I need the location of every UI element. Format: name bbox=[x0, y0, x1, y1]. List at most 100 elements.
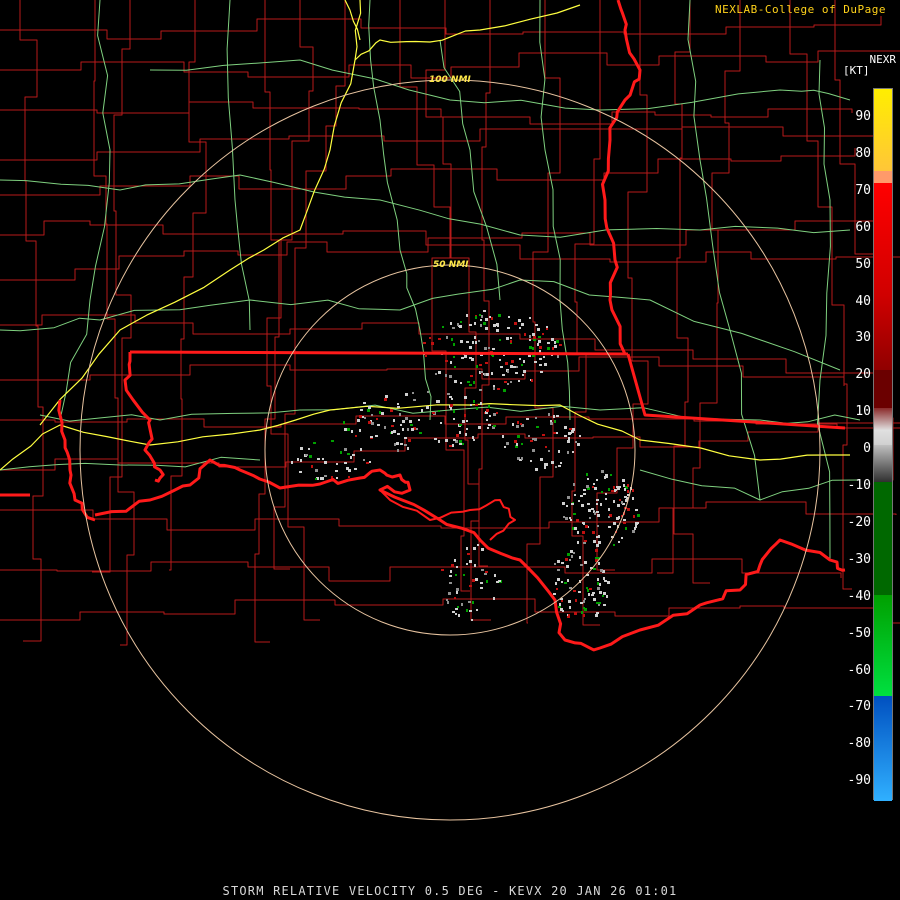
velocity-echo-pixel bbox=[596, 612, 599, 614]
velocity-echo-pixel bbox=[438, 371, 441, 374]
velocity-echo-pixel bbox=[404, 437, 407, 439]
velocity-echo-pixel bbox=[563, 516, 565, 518]
velocity-echo-pixel bbox=[449, 575, 452, 577]
velocity-echo-pixel bbox=[550, 422, 553, 425]
velocity-echo-pixel bbox=[615, 489, 617, 491]
velocity-echo-pixel bbox=[418, 419, 420, 421]
velocity-echo-pixel bbox=[529, 339, 531, 341]
velocity-echo-pixel bbox=[554, 420, 556, 423]
velocity-echo-pixel bbox=[320, 477, 323, 480]
velocity-echo-pixel bbox=[459, 440, 462, 443]
velocity-echo-pixel bbox=[574, 612, 577, 615]
velocity-echo-pixel bbox=[370, 436, 373, 438]
velocity-echo-pixel bbox=[493, 425, 496, 427]
velocity-echo-pixel bbox=[397, 433, 400, 435]
velocity-echo-pixel bbox=[569, 559, 571, 561]
velocity-echo-pixel bbox=[584, 598, 586, 600]
velocity-echo-pixel bbox=[591, 508, 594, 510]
velocity-echo-pixel bbox=[479, 314, 481, 316]
velocity-echo-pixel bbox=[410, 424, 413, 426]
velocity-echo-pixel bbox=[291, 461, 293, 464]
velocity-echo-pixel bbox=[522, 374, 524, 376]
velocity-echo-pixel bbox=[580, 495, 583, 497]
velocity-echo-pixel bbox=[586, 587, 588, 589]
velocity-echo-pixel bbox=[440, 422, 442, 424]
velocity-echo-pixel bbox=[376, 418, 378, 420]
velocity-echo-pixel bbox=[476, 609, 478, 611]
velocity-echo-pixel bbox=[593, 568, 596, 570]
velocity-echo-pixel bbox=[573, 590, 576, 592]
color-scale-tick: 70 bbox=[855, 182, 871, 198]
velocity-echo-pixel bbox=[514, 322, 517, 325]
velocity-echo-pixel bbox=[347, 453, 350, 455]
color-scale-tick: -50 bbox=[847, 625, 871, 641]
velocity-echo-pixel bbox=[596, 479, 598, 481]
velocity-echo-pixel bbox=[450, 322, 452, 325]
velocity-echo-pixel bbox=[521, 457, 523, 460]
velocity-echo-pixel bbox=[621, 537, 623, 539]
velocity-echo-pixel bbox=[459, 424, 462, 426]
velocity-echo-pixel bbox=[359, 415, 362, 418]
velocity-echo-pixel bbox=[481, 569, 484, 571]
velocity-echo-pixel bbox=[551, 461, 554, 464]
velocity-echo-pixel bbox=[593, 483, 595, 485]
velocity-echo-pixel bbox=[350, 456, 352, 459]
velocity-echo-pixel bbox=[425, 355, 427, 357]
velocity-echo-pixel bbox=[469, 346, 472, 349]
velocity-echo-pixel bbox=[466, 563, 468, 565]
velocity-echo-pixel bbox=[469, 324, 472, 326]
velocity-echo-pixel bbox=[452, 327, 455, 329]
velocity-echo-pixel bbox=[466, 547, 468, 550]
velocity-echo-pixel bbox=[567, 553, 570, 556]
velocity-echo-pixel bbox=[480, 587, 483, 589]
velocity-echo-pixel bbox=[311, 465, 313, 468]
velocity-echo-pixel bbox=[435, 373, 437, 375]
velocity-echo-pixel bbox=[399, 413, 401, 416]
velocity-echo-pixel bbox=[547, 342, 550, 344]
velocity-echo-pixel bbox=[405, 417, 408, 420]
velocity-echo-pixel bbox=[493, 324, 496, 327]
velocity-echo-pixel bbox=[583, 614, 585, 617]
velocity-echo-pixel bbox=[542, 333, 544, 335]
state-line-al-ga bbox=[601, 0, 642, 355]
velocity-echo-pixel bbox=[605, 498, 607, 500]
velocity-echo-pixel bbox=[556, 340, 559, 343]
velocity-echo-pixel bbox=[567, 496, 570, 499]
velocity-echo-pixel bbox=[608, 526, 611, 528]
velocity-echo-pixel bbox=[371, 422, 374, 425]
velocity-echo-pixel bbox=[544, 466, 546, 469]
velocity-echo-pixel bbox=[470, 357, 472, 359]
velocity-echo-pixel bbox=[480, 582, 483, 584]
velocity-echo-pixel bbox=[452, 444, 454, 447]
velocity-echo-pixel bbox=[470, 375, 473, 377]
velocity-echo-pixel bbox=[442, 326, 444, 328]
velocity-echo-pixel bbox=[513, 366, 516, 368]
velocity-echo-pixel bbox=[315, 478, 317, 480]
velocity-echo-pixel bbox=[416, 428, 418, 430]
velocity-echo-pixel bbox=[453, 343, 455, 346]
velocity-echo-pixel bbox=[634, 527, 636, 530]
velocity-echo-pixel bbox=[608, 488, 610, 491]
velocity-echo-pixel bbox=[622, 479, 625, 482]
velocity-echo-pixel bbox=[564, 426, 567, 429]
state-line-fl-ga bbox=[626, 353, 846, 430]
velocity-echo-pixel bbox=[483, 310, 486, 312]
velocity-echo-pixel bbox=[598, 541, 601, 544]
velocity-echo-pixel bbox=[503, 389, 506, 392]
velocity-echo-pixel bbox=[536, 426, 539, 428]
velocity-echo-pixel bbox=[348, 469, 351, 472]
velocity-echo-pixel bbox=[624, 488, 626, 491]
velocity-echo-pixel bbox=[583, 542, 586, 544]
velocity-echo-pixel bbox=[354, 468, 357, 470]
velocity-echo-pixel bbox=[411, 428, 414, 431]
velocity-echo-pixel bbox=[637, 522, 639, 524]
velocity-echo-pixel bbox=[544, 363, 547, 366]
velocity-echo-pixel bbox=[463, 574, 465, 576]
velocity-echo-pixel bbox=[573, 483, 575, 486]
velocity-echo-pixel bbox=[450, 570, 452, 573]
velocity-echo-pixel bbox=[596, 602, 598, 604]
velocity-echo-pixel bbox=[478, 426, 481, 429]
velocity-echo-pixel bbox=[496, 412, 498, 414]
velocity-echo-pixel bbox=[567, 440, 570, 443]
velocity-echo-pixel bbox=[299, 471, 302, 473]
